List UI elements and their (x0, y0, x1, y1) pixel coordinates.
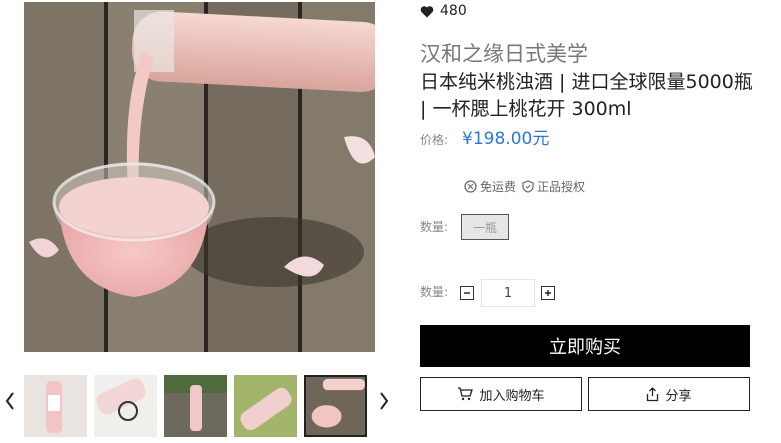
chevron-right-icon (380, 392, 389, 410)
authentic-badge: 正品授权 (522, 178, 585, 195)
thumbnail-1[interactable] (24, 375, 87, 437)
thumbnail-2[interactable] (94, 375, 157, 437)
product-title: 日本纯米桃浊酒 | 进口全球限量5000瓶 | 一杯腮上桃花开 300ml (420, 71, 753, 120)
quantity-increase-button[interactable] (541, 286, 555, 300)
plus-icon (545, 290, 551, 296)
free-shipping-label: 免运费 (480, 180, 517, 194)
thumbnail-5[interactable] (304, 375, 367, 437)
price-value: ¥198.00元 (462, 129, 550, 149)
share-button[interactable]: 分享 (588, 377, 750, 411)
add-to-cart-label: 加入购物车 (479, 388, 545, 404)
quantity-decrease-button[interactable] (460, 286, 474, 300)
thumbnail-strip (24, 375, 367, 437)
brand-name: 汉和之缘日式美学 (420, 42, 588, 66)
shipping-icon (464, 180, 477, 193)
minus-icon (464, 292, 470, 294)
likes-count: 480 (440, 3, 467, 19)
variant-label: 数量: (420, 220, 449, 234)
thumbnail-next-button[interactable] (376, 386, 392, 416)
variant-option-one-bottle[interactable]: 一瓶 (461, 214, 509, 240)
quantity-label: 数量: (420, 285, 449, 299)
cart-icon (458, 387, 474, 401)
share-label: 分享 (665, 388, 692, 404)
buy-now-button[interactable]: 立即购买 (420, 325, 750, 367)
free-shipping-badge: 免运费 (464, 178, 516, 195)
thumbnail-3[interactable] (164, 375, 227, 437)
price-label: 价格: (420, 133, 449, 147)
chevron-left-icon (5, 392, 14, 410)
main-product-image (24, 2, 375, 352)
add-to-cart-button[interactable]: 加入购物车 (420, 377, 582, 411)
heart-icon (420, 5, 434, 17)
quantity-input[interactable] (481, 279, 535, 307)
authentic-label: 正品授权 (537, 180, 586, 194)
thumbnail-4[interactable] (234, 375, 297, 437)
likes-counter[interactable]: 480 (420, 3, 467, 19)
thumbnail-prev-button[interactable] (2, 386, 18, 416)
service-badges: 免运费 正品授权 (464, 178, 585, 195)
share-icon (647, 386, 659, 401)
shield-icon (522, 180, 534, 193)
price-row: 价格: ¥198.00元 (420, 124, 549, 149)
